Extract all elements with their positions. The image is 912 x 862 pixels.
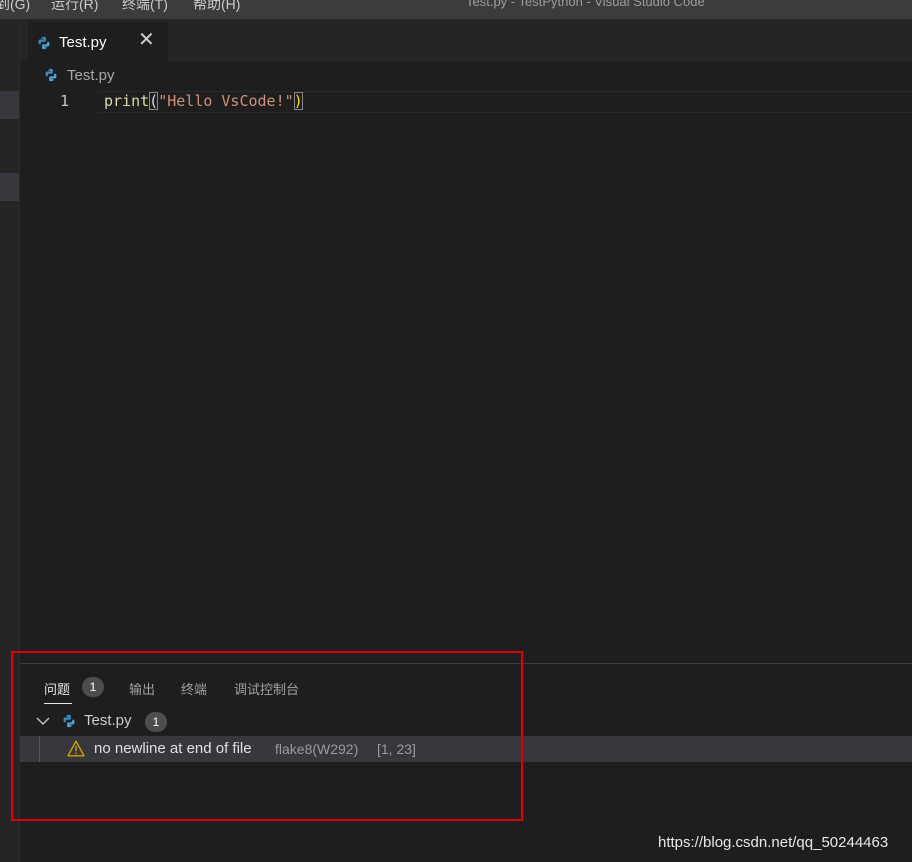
tab-output[interactable]: 输出 bbox=[129, 679, 155, 698]
sidebar-edge bbox=[0, 19, 19, 862]
code-line[interactable]: print("Hello VsCode!") bbox=[104, 92, 303, 110]
sidebar-selection bbox=[0, 91, 19, 119]
problem-message: no newline at end of file bbox=[94, 740, 252, 757]
line-number: 1 bbox=[60, 92, 70, 110]
tab-label: Test.py bbox=[59, 34, 107, 51]
code-string: "Hello VsCode!" bbox=[158, 92, 294, 110]
warning-icon bbox=[67, 740, 85, 757]
menu-terminal[interactable]: 终端(T) bbox=[122, 0, 168, 14]
editor-tabs: Test.py ✕ bbox=[20, 19, 912, 62]
file-problem-count-badge: 1 bbox=[145, 712, 167, 732]
code-function: print bbox=[104, 92, 150, 110]
watermark: https://blog.csdn.net/qq_50244463 bbox=[658, 834, 889, 851]
close-icon[interactable]: ✕ bbox=[138, 30, 155, 50]
menu-run[interactable]: 运行(R) bbox=[51, 0, 98, 14]
breadcrumb-file: Test.py bbox=[67, 67, 115, 84]
python-icon bbox=[63, 714, 75, 728]
window-title: Test.py - TestPython - Visual Studio Cod… bbox=[466, 0, 705, 9]
problem-file-name: Test.py bbox=[84, 712, 132, 729]
python-icon bbox=[38, 36, 50, 50]
code-close-paren: ) bbox=[293, 92, 303, 110]
problem-source: flake8(W292) bbox=[275, 741, 359, 757]
tab-test-py[interactable]: Test.py ✕ bbox=[28, 22, 168, 62]
tab-problems[interactable]: 问题 bbox=[44, 679, 70, 698]
problems-count-badge: 1 bbox=[82, 677, 104, 697]
panel-divider bbox=[20, 663, 912, 664]
python-icon bbox=[45, 68, 57, 82]
tab-debug-console[interactable]: 调试控制台 bbox=[234, 679, 299, 698]
menu-go[interactable]: 到(G) bbox=[0, 0, 30, 14]
chevron-down-icon[interactable] bbox=[35, 713, 51, 729]
problem-file-group[interactable]: Test.py 1 bbox=[20, 710, 912, 734]
title-bar: 到(G) 运行(R) 终端(T) 帮助(H) Test.py - TestPyt… bbox=[0, 0, 912, 19]
code-open-paren: ( bbox=[149, 92, 159, 110]
active-tab-indicator bbox=[44, 703, 72, 704]
menu-help[interactable]: 帮助(H) bbox=[193, 0, 240, 14]
problem-item[interactable]: no newline at end of file flake8(W292) [… bbox=[20, 736, 912, 762]
problem-position: [1, 23] bbox=[377, 741, 416, 757]
sidebar-selection bbox=[0, 173, 19, 201]
tab-terminal[interactable]: 终端 bbox=[181, 679, 207, 698]
indent-guide bbox=[39, 736, 40, 762]
